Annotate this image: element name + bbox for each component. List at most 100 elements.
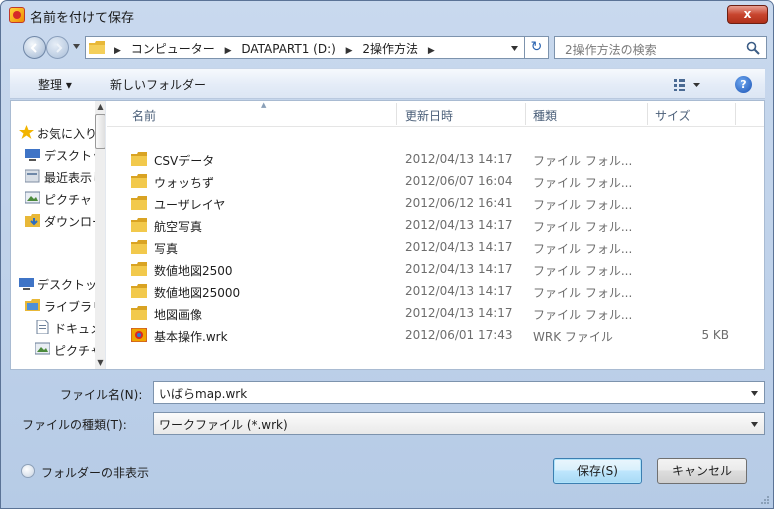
back-button[interactable] — [23, 36, 46, 59]
column-header-type[interactable]: 種類 — [533, 107, 557, 124]
file-row[interactable]: ユーザレイヤ 2012/06/12 16:41 ファイル フォル... — [131, 193, 751, 215]
folder-icon — [131, 306, 147, 320]
file-name: ユーザレイヤ — [154, 198, 226, 212]
file-date: 2012/06/07 16:04 — [405, 174, 513, 188]
wrk-file-icon — [131, 328, 147, 342]
breadcrumb-folder[interactable]: 2操作方法 — [362, 42, 418, 56]
chevron-right-icon[interactable]: ▶ — [225, 46, 232, 56]
close-button[interactable]: x — [727, 5, 768, 24]
nav-item-downloads[interactable]: ダウンロード — [11, 211, 96, 231]
star-icon — [19, 125, 34, 139]
column-header-date[interactable]: 更新日時 — [405, 107, 453, 124]
view-options-icon[interactable] — [672, 78, 702, 92]
file-date: 2012/06/01 17:43 — [405, 328, 513, 342]
downloads-icon — [25, 214, 40, 227]
search-box[interactable]: 2操作方法の検索 — [554, 36, 767, 59]
nav-item-favorites[interactable]: お気に入り — [11, 123, 96, 143]
pictures-icon — [25, 191, 40, 204]
filename-label: ファイル名(N): — [60, 388, 143, 402]
chevron-right-icon[interactable]: ▶ — [114, 46, 121, 56]
file-type: ファイル フォル... — [533, 308, 633, 322]
column-divider[interactable] — [735, 103, 736, 125]
chevron-down-icon[interactable] — [751, 422, 758, 427]
nav-item-recent-places[interactable]: 最近表示した場所 — [11, 167, 96, 187]
file-name: 地図画像 — [154, 308, 203, 322]
file-type: ファイル フォル... — [533, 220, 633, 234]
breadcrumb-drive[interactable]: DATAPART1 (D:) — [241, 42, 335, 56]
forward-button[interactable] — [46, 36, 69, 59]
breadcrumb-computer[interactable]: コンピューター — [131, 42, 215, 56]
nav-item-label: デスクトップ — [44, 149, 96, 163]
file-browser-pane: お気に入り デスクトップ 最近表示した場所 ピクチャ ダウンロード デスクトップ — [10, 100, 765, 370]
address-bar[interactable]: ▶ コンピューター ▶ DATAPART1 (D:) ▶ 2操作方法 ▶ — [85, 36, 525, 59]
nav-item-label: ピクチャ — [44, 193, 92, 207]
nav-item-pictures[interactable]: ピクチャ — [11, 189, 96, 209]
file-row[interactable]: 航空写真 2012/04/13 14:17 ファイル フォル... — [131, 215, 751, 237]
library-icon — [25, 299, 40, 311]
nav-item-label: ドキュメント — [54, 322, 96, 336]
file-name: ウォッちず — [154, 176, 215, 190]
cancel-button[interactable]: キャンセル — [657, 458, 747, 484]
file-row[interactable]: 基本操作.wrk 2012/06/01 17:43 WRK ファイル 5 KB — [131, 325, 751, 347]
nav-item-label: ライブラリ — [44, 300, 96, 314]
recent-places-icon — [25, 169, 40, 183]
address-dropdown-icon[interactable] — [511, 46, 518, 51]
breadcrumb: ▶ コンピューター ▶ DATAPART1 (D:) ▶ 2操作方法 ▶ — [108, 40, 441, 57]
file-row[interactable]: 数値地図2500 2012/04/13 14:17 ファイル フォル... — [131, 259, 751, 281]
file-row[interactable]: 数値地図25000 2012/04/13 14:17 ファイル フォル... — [131, 281, 751, 303]
column-divider[interactable] — [396, 103, 397, 125]
chevron-down-icon[interactable] — [751, 391, 758, 396]
nav-item-desktop[interactable]: デスクトップ — [11, 145, 96, 165]
file-name: 数値地図25000 — [154, 286, 241, 300]
nav-item-documents[interactable]: ドキュメント — [11, 318, 96, 338]
document-icon — [36, 320, 49, 334]
chevron-right-icon[interactable]: ▶ — [346, 46, 353, 56]
nav-item-pictures-lib[interactable]: ピクチャ — [11, 340, 96, 360]
column-header-name[interactable]: 名前 — [132, 107, 156, 124]
file-type: ファイル フォル... — [533, 198, 633, 212]
column-header-size[interactable]: サイズ — [655, 107, 691, 124]
app-icon — [9, 7, 25, 23]
file-type: ファイル フォル... — [533, 286, 633, 300]
nav-item-label: デスクトップ — [37, 278, 96, 292]
hide-folders-toggle[interactable]: フォルダーの非表示 — [21, 462, 181, 482]
search-icon[interactable] — [746, 41, 760, 55]
new-folder-button[interactable]: 新しいフォルダー — [110, 76, 206, 93]
nav-item-libraries[interactable]: ライブラリ — [11, 296, 96, 316]
arrow-left-icon — [30, 43, 37, 53]
scroll-down-icon[interactable]: ▼ — [95, 357, 105, 369]
file-type: ファイル フォル... — [533, 154, 633, 168]
scroll-thumb[interactable] — [95, 114, 105, 149]
nav-item-label: お気に入り — [37, 127, 96, 141]
refresh-button[interactable]: ↻ — [525, 36, 549, 59]
nav-item-label: 最近表示した場所 — [44, 171, 96, 185]
filetype-select[interactable]: ワークファイル (*.wrk) — [153, 412, 765, 435]
chevron-right-icon[interactable]: ▶ — [428, 46, 435, 56]
file-row[interactable]: 地図画像 2012/04/13 14:17 ファイル フォル... — [131, 303, 751, 325]
file-row[interactable]: CSVデータ 2012/04/13 14:17 ファイル フォル... — [131, 149, 751, 171]
nav-scrollbar[interactable]: ▲ ▼ — [95, 101, 105, 369]
folder-icon — [131, 262, 147, 276]
column-divider[interactable] — [525, 103, 526, 125]
filetype-value: ワークファイル (*.wrk) — [159, 418, 288, 432]
folder-icon — [89, 41, 105, 54]
file-size: 5 KB — [701, 328, 729, 342]
file-type: WRK ファイル — [533, 330, 613, 344]
nav-item-desktop-root[interactable]: デスクトップ — [11, 274, 96, 294]
nav-item-label: ダウンロード — [44, 215, 96, 229]
title-bar[interactable]: 名前を付けて保存 x — [1, 1, 773, 29]
file-row[interactable]: 写真 2012/04/13 14:17 ファイル フォル... — [131, 237, 751, 259]
file-date: 2012/04/13 14:17 — [405, 284, 513, 298]
folder-icon — [131, 240, 147, 254]
window-title: 名前を付けて保存 — [30, 11, 135, 26]
filename-input[interactable]: いばらmap.wrk — [153, 381, 765, 404]
search-placeholder: 2操作方法の検索 — [565, 43, 657, 57]
scroll-up-icon[interactable]: ▲ — [95, 101, 105, 113]
save-button[interactable]: 保存(S) — [553, 458, 642, 484]
column-divider[interactable] — [647, 103, 648, 125]
organize-menu[interactable]: 整理 ▾ — [38, 76, 72, 93]
help-icon[interactable]: ? — [735, 76, 752, 93]
recent-pages-chevron-icon[interactable] — [73, 44, 80, 49]
resize-grip-icon[interactable] — [759, 494, 769, 504]
file-row[interactable]: ウォッちず 2012/06/07 16:04 ファイル フォル... — [131, 171, 751, 193]
